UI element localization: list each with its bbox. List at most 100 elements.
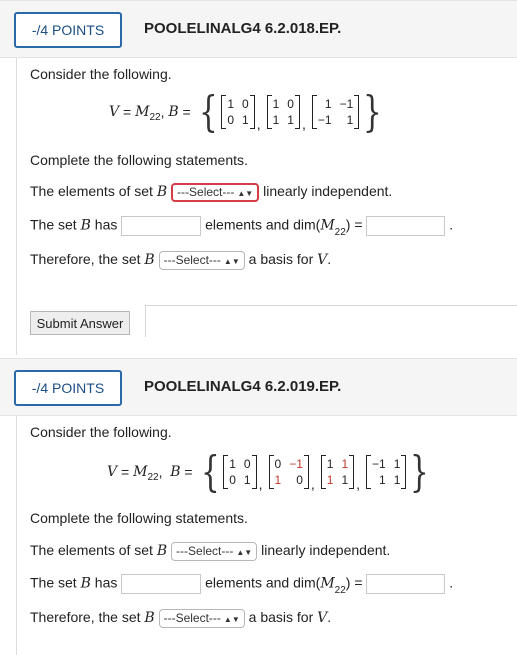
intro-text: Consider the following.: [30, 424, 172, 440]
matrix-entry: 1: [272, 97, 280, 111]
points-button[interactable]: -/4 POINTS: [14, 370, 122, 406]
dimension-input[interactable]: [366, 216, 446, 236]
matrix-entry: 1: [346, 113, 354, 127]
statement-text: a basis for: [248, 609, 314, 626]
matrix-1: 10 01: [221, 95, 256, 129]
set-b-symbol: B: [80, 217, 91, 234]
matrix-entry: 1: [326, 457, 334, 471]
matrix-entry: 0: [243, 457, 251, 471]
basis-select[interactable]: ---Select--- ▲▼: [158, 251, 245, 270]
matrix-2: 0 −1 10: [268, 455, 310, 489]
statement-text: ) =: [345, 216, 363, 233]
statement-text: Therefore, the set: [30, 609, 141, 626]
matrix-entry: −1: [372, 457, 386, 471]
matrix-entry: 0: [274, 457, 282, 471]
matrix-entry: 1: [242, 113, 249, 127]
comma: ,: [301, 116, 306, 132]
statement-1: The elements of set B ---Select--- ▲▼ lin…: [30, 183, 392, 202]
independence-select[interactable]: ---Select--- ▲▼: [171, 183, 260, 202]
v-symbol: V: [107, 464, 118, 480]
question-header: -/4 POINTS POOLELINALG4 6.2.018.EP.: [0, 0, 517, 58]
statement-3: Therefore, the set B ---Select--- ▲▼ a ba…: [30, 251, 331, 270]
space-symbol: M: [133, 464, 148, 480]
statement-1: The elements of set B ---Select--- ▲▼ lin…: [30, 542, 390, 561]
instructions-text: Complete the following statements.: [30, 152, 248, 168]
matrix-4: −1 1 11: [366, 455, 407, 489]
matrix-entry: 1: [393, 457, 401, 471]
matrix-entry: 1: [272, 113, 280, 127]
set-b-symbol: B: [144, 610, 155, 627]
space-symbol: M: [320, 575, 335, 592]
space-subscript: 22: [334, 226, 346, 238]
space-subscript: 22: [147, 471, 159, 483]
independence-select[interactable]: ---Select--- ▲▼: [171, 542, 258, 561]
statement-text: The elements of set: [30, 542, 153, 559]
set-b-symbol: B: [144, 252, 155, 269]
period: .: [327, 609, 332, 626]
right-brace-icon: }: [363, 87, 382, 136]
space-symbol: M: [135, 104, 150, 120]
set-b-symbol: B: [156, 543, 168, 560]
basis-select[interactable]: ---Select--- ▲▼: [158, 609, 245, 628]
element-count-input[interactable]: [121, 216, 202, 236]
select-label: ---Select---: [163, 253, 221, 267]
select-label: ---Select---: [163, 611, 221, 625]
statement-text: linearly independent.: [263, 183, 393, 200]
separator: ,: [158, 464, 171, 480]
space-symbol: M: [320, 217, 335, 234]
statement-text: The set: [30, 216, 77, 233]
equals-sign: =: [178, 104, 195, 120]
matrix-entry: 1: [274, 473, 282, 487]
points-button[interactable]: -/4 POINTS: [14, 12, 122, 48]
matrix-entry: −1: [339, 97, 354, 111]
statement-text: elements and dim(: [205, 216, 321, 233]
matrix-3: 1 −1 −1 1: [311, 95, 360, 129]
matrix-entry: 1: [227, 97, 235, 111]
period: .: [327, 251, 332, 268]
equals-sign: =: [119, 104, 136, 120]
matrix-entry: 1: [341, 457, 349, 471]
matrix-entry: 1: [324, 97, 332, 111]
problem-statement: V = M 22, B = { 10 01 , 0 −1 10 , 11 11 , …: [107, 450, 433, 494]
statement-text: ) =: [345, 574, 363, 591]
set-b-symbol: B: [168, 104, 179, 120]
matrix-entry: 0: [242, 97, 249, 111]
set-b-symbol: B: [156, 184, 168, 201]
equals-sign: =: [180, 464, 197, 480]
matrix-entry: 1: [287, 113, 294, 127]
select-label: ---Select---: [176, 544, 234, 558]
matrix-entry: 1: [229, 457, 236, 471]
equals-sign: =: [117, 464, 134, 480]
problem-statement: V = M 22, B = { 10 01 , 10 11 , 1 −1 −1 1 }: [109, 90, 386, 134]
dimension-input[interactable]: [366, 574, 446, 594]
select-arrows-icon: ▲▼: [223, 257, 240, 266]
matrix-entry: 1: [341, 473, 349, 487]
v-symbol: V: [317, 252, 328, 269]
matrix-entry: 0: [296, 473, 303, 487]
statement-text: elements and dim(: [205, 574, 321, 591]
matrix-entry: 0: [227, 113, 235, 127]
space-subscript: 22: [334, 584, 346, 596]
matrix-entry: 1: [326, 473, 334, 487]
matrix-3: 11 11: [320, 455, 355, 489]
matrix-entry: 0: [229, 473, 236, 487]
submit-answer-button[interactable]: Submit Answer: [30, 311, 130, 335]
period: .: [449, 216, 454, 233]
v-symbol: V: [109, 104, 120, 120]
question-title: POOLELINALG4 6.2.019.EP.: [144, 378, 342, 395]
space-subscript: 22: [149, 111, 161, 123]
comma: ,: [310, 476, 315, 492]
left-brace-icon: {: [200, 447, 220, 496]
statement-text: The elements of set: [30, 183, 153, 200]
question-body: Consider the following. V = M 22, B = { 1…: [16, 416, 517, 655]
select-arrows-icon: ▲▼: [223, 615, 240, 624]
set-b-symbol: B: [170, 464, 181, 480]
matrix-entry: −1: [289, 457, 303, 471]
matrix-entry: −1: [317, 113, 332, 127]
element-count-input[interactable]: [121, 574, 202, 594]
statement-2: The set B has elements and dim(M22) = .: [30, 574, 453, 596]
matrix-1: 10 01: [223, 455, 257, 489]
statement-text: Therefore, the set: [30, 251, 141, 268]
statement-text: The set: [30, 574, 77, 591]
select-arrows-icon: ▲▼: [236, 548, 253, 557]
